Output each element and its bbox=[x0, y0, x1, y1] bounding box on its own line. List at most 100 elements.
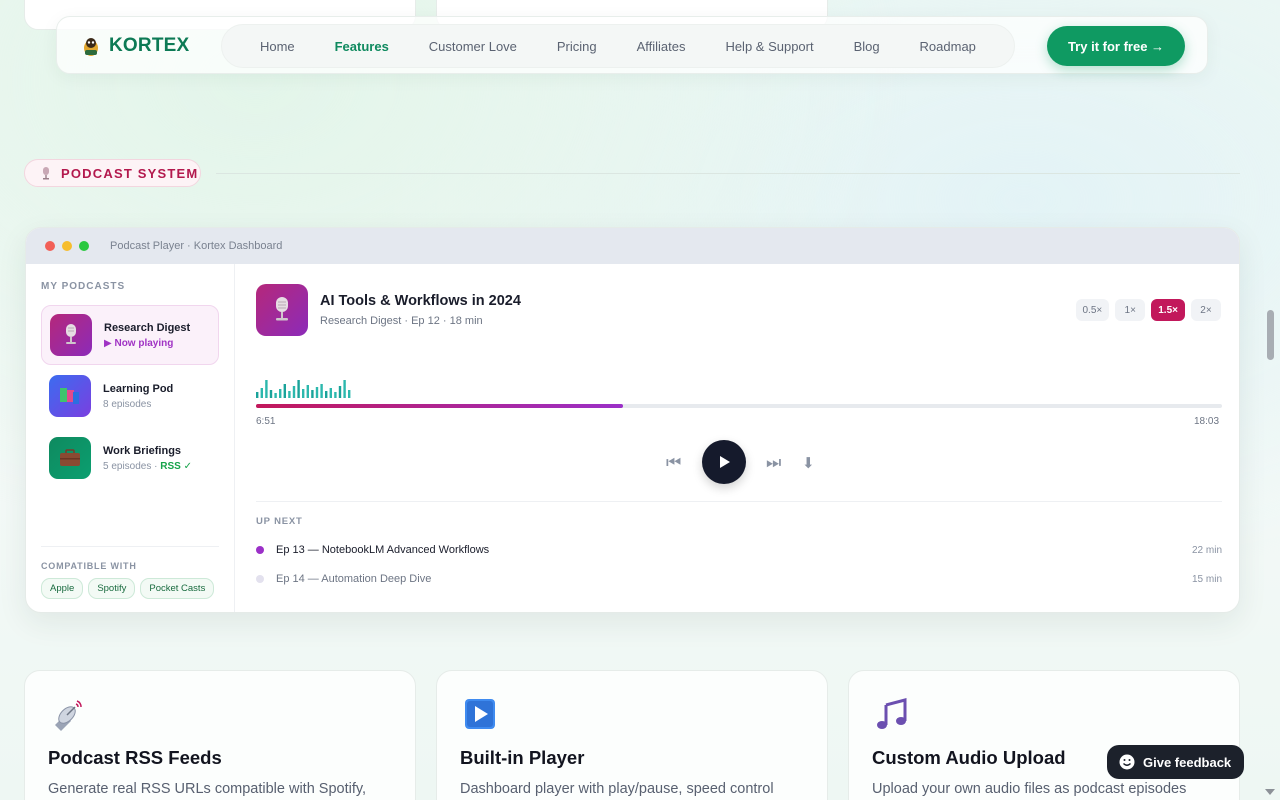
now-playing-label: ▶ Now playing bbox=[104, 337, 174, 349]
nav-link-roadmap[interactable]: Roadmap bbox=[920, 39, 976, 54]
download-icon[interactable]: ⬇ bbox=[802, 454, 815, 472]
feature-card-upload: Custom Audio Upload Upload your own audi… bbox=[848, 670, 1240, 800]
current-time: 6:51 bbox=[256, 416, 276, 427]
podcast-item-research-digest[interactable]: Research Digest ▶ Now playing bbox=[41, 305, 219, 365]
feature-title: Built-in Player bbox=[460, 747, 585, 768]
queue-duration: 15 min bbox=[1191, 573, 1222, 585]
feature-card-player: Built-in Player Dashboard player with pl… bbox=[436, 670, 828, 800]
speed-1x-button[interactable]: 1× bbox=[1115, 299, 1146, 321]
queue-title: Ep 14 — Automation Deep Dive bbox=[276, 573, 432, 585]
sidebar-heading: MY PODCASTS bbox=[41, 281, 126, 292]
episode-count-text: 5 episodes · bbox=[103, 460, 161, 472]
play-button-icon bbox=[465, 699, 495, 729]
window-title: Podcast Player · Kortex Dashboard bbox=[110, 240, 283, 252]
logo-text: KORTEX bbox=[109, 35, 190, 56]
window-titlebar: Podcast Player · Kortex Dashboard bbox=[26, 228, 1239, 264]
sidebar-divider bbox=[41, 546, 219, 547]
microphone-icon bbox=[50, 314, 92, 356]
waveform-bar bbox=[269, 390, 273, 398]
feature-title: Podcast RSS Feeds bbox=[48, 747, 222, 768]
waveform-bar bbox=[297, 380, 300, 398]
feature-card-rss: Podcast RSS Feeds Generate real RSS URLs… bbox=[24, 670, 416, 800]
waveform-bar bbox=[256, 392, 259, 398]
chip-apple: Apple bbox=[41, 578, 84, 599]
episode-artwork bbox=[256, 284, 308, 336]
waveform-bar bbox=[306, 385, 309, 398]
waveform-bar bbox=[334, 392, 337, 398]
waveform-bar bbox=[292, 386, 296, 398]
waveform-bar bbox=[320, 384, 323, 398]
waveform-bar bbox=[343, 380, 346, 398]
section-tag-label: PODCAST SYSTEM bbox=[61, 165, 199, 181]
waveform-bar bbox=[265, 380, 268, 398]
scrollbar-thumb[interactable] bbox=[1267, 310, 1274, 360]
speed-2x-button[interactable]: 2× bbox=[1191, 299, 1221, 321]
music-note-icon bbox=[877, 698, 907, 729]
podcast-sidebar: MY PODCASTS Research Digest ▶ Now playin… bbox=[26, 264, 235, 612]
feature-title: Custom Audio Upload bbox=[872, 747, 1066, 768]
skip-forward-icon[interactable]: ⏭ bbox=[766, 453, 781, 473]
give-feedback-button[interactable]: Give feedback bbox=[1107, 745, 1244, 779]
podcast-name: Learning Pod bbox=[103, 382, 174, 395]
chip-spotify: Spotify bbox=[88, 578, 136, 599]
episode-meta: Research Digest · Ep 12 · 18 min bbox=[320, 315, 483, 327]
microphone-icon bbox=[276, 297, 288, 321]
scroll-down-arrow-icon[interactable] bbox=[1265, 789, 1275, 795]
podcast-episode-count: 5 episodes · RSS ✓ bbox=[103, 461, 192, 472]
section-tag: PODCAST SYSTEM bbox=[24, 159, 201, 187]
top-navbar: KORTEX Home Features Customer Love Prici… bbox=[56, 16, 1208, 74]
logo[interactable]: KORTEX bbox=[81, 35, 189, 57]
queue-item[interactable]: Ep 14 — Automation Deep Dive 15 min bbox=[256, 570, 1222, 588]
section-divider bbox=[216, 173, 1240, 174]
skip-back-icon[interactable]: ⏮ bbox=[666, 453, 681, 473]
nav-link-affiliates[interactable]: Affiliates bbox=[637, 39, 686, 54]
play-button[interactable] bbox=[702, 440, 746, 484]
compatible-heading: COMPATIBLE WITH bbox=[41, 561, 137, 571]
podcast-item-work-briefings[interactable]: Work Briefings 5 episodes · RSS ✓ bbox=[41, 428, 219, 488]
chip-pocket-casts: Pocket Casts bbox=[140, 578, 215, 599]
speed-1-5x-button[interactable]: 1.5× bbox=[1151, 299, 1185, 321]
waveform-bar bbox=[274, 393, 277, 398]
window-maximize-dot bbox=[79, 241, 89, 251]
podcast-episode-count: 8 episodes bbox=[103, 398, 152, 410]
waveform-bar bbox=[302, 389, 305, 398]
speed-0-5x-button[interactable]: 0.5× bbox=[1075, 299, 1110, 321]
waveform-bar bbox=[338, 386, 342, 398]
nav-link-blog[interactable]: Blog bbox=[854, 39, 880, 54]
queue-duration: 22 min bbox=[1191, 544, 1222, 556]
nav-link-features[interactable]: Features bbox=[335, 39, 389, 54]
waveform-bar bbox=[288, 391, 291, 398]
episode-title: AI Tools & Workflows in 2024 bbox=[320, 293, 521, 309]
window-close-dot bbox=[45, 241, 55, 251]
nav-link-pricing[interactable]: Pricing bbox=[557, 39, 597, 54]
podcast-player-window: Podcast Player · Kortex Dashboard MY POD… bbox=[25, 227, 1240, 613]
queue-item[interactable]: Ep 13 — NotebookLM Advanced Workflows 22… bbox=[256, 541, 1222, 559]
try-free-button[interactable]: Try it for free → bbox=[1047, 26, 1185, 66]
briefcase-icon bbox=[49, 437, 91, 479]
player-panel: AI Tools & Workflows in 2024 Research Di… bbox=[256, 264, 1239, 612]
speed-controls: 0.5× 1× 1.5× 2× bbox=[1075, 299, 1221, 321]
books-icon bbox=[49, 375, 91, 417]
nav-link-home[interactable]: Home bbox=[260, 39, 295, 54]
nav-link-customer-love[interactable]: Customer Love bbox=[429, 39, 517, 54]
window-minimize-dot bbox=[62, 241, 72, 251]
progress-bar[interactable] bbox=[256, 404, 1222, 408]
satellite-dish-icon bbox=[55, 700, 82, 731]
queue-title: Ep 13 — NotebookLM Advanced Workflows bbox=[276, 544, 490, 556]
nav-link-help-support[interactable]: Help & Support bbox=[725, 39, 813, 54]
play-icon bbox=[720, 456, 730, 468]
waveform-bar bbox=[283, 384, 286, 398]
feature-description: Upload your own audio files as podcast e… bbox=[872, 781, 1187, 797]
waveform-bar bbox=[311, 390, 314, 398]
playback-controls: ⏮ ⏭ ⬇ bbox=[256, 440, 1222, 486]
waveform bbox=[256, 380, 351, 398]
waveform-bar bbox=[325, 391, 328, 398]
up-next-divider bbox=[256, 501, 1222, 502]
podcast-name: Work Briefings bbox=[103, 444, 182, 457]
podcast-name: Research Digest bbox=[104, 321, 191, 334]
queue-dot bbox=[256, 575, 264, 583]
feature-description: Generate real RSS URLs compatible with S… bbox=[48, 781, 367, 797]
feature-description: Dashboard player with play/pause, speed … bbox=[460, 781, 774, 797]
podcast-item-learning-pod[interactable]: Learning Pod 8 episodes bbox=[41, 366, 219, 426]
logo-icon bbox=[84, 38, 98, 56]
